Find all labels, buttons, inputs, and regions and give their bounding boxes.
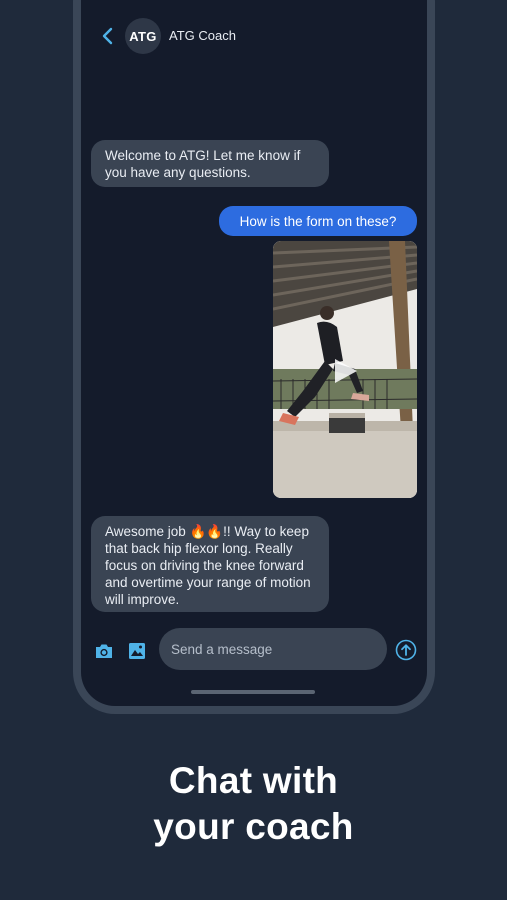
coach-name[interactable]: ATG Coach bbox=[169, 28, 236, 43]
send-arrow-icon[interactable] bbox=[395, 639, 417, 661]
video-attachment[interactable] bbox=[273, 241, 417, 498]
chat-screen: ATG ATG Coach Welcome to ATG! Let me kno… bbox=[81, 0, 427, 706]
message-bubble-outgoing: How is the form on these? bbox=[219, 206, 417, 236]
marketing-caption: Chat with your coach bbox=[0, 758, 507, 850]
video-thumbnail bbox=[273, 241, 417, 498]
caption-line-1: Chat with bbox=[168, 760, 339, 801]
camera-icon[interactable] bbox=[94, 642, 114, 660]
gallery-icon[interactable] bbox=[128, 642, 146, 660]
app-store-screenshot: ATG ATG Coach Welcome to ATG! Let me kno… bbox=[0, 0, 507, 900]
coach-avatar[interactable]: ATG bbox=[125, 18, 161, 54]
back-arrow-icon[interactable] bbox=[101, 26, 115, 46]
home-indicator bbox=[191, 690, 315, 694]
phone-frame: ATG ATG Coach Welcome to ATG! Let me kno… bbox=[73, 0, 435, 714]
caption-line-2: your coach bbox=[153, 806, 354, 847]
message-input[interactable] bbox=[159, 628, 387, 670]
message-bubble-incoming: Awesome job 🔥🔥!! Way to keep that back h… bbox=[91, 516, 329, 612]
message-bubble-incoming: Welcome to ATG! Let me know if you have … bbox=[91, 140, 329, 187]
